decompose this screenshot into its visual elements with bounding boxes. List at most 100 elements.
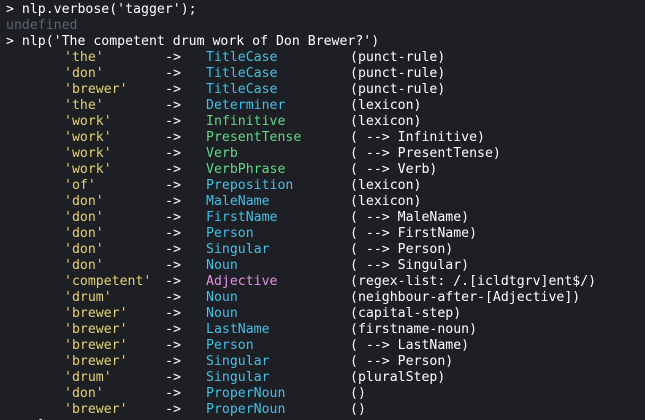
arrow-glyph: -> <box>165 402 181 417</box>
token-text: 'brewer' <box>64 338 128 353</box>
arrow-glyph: -> <box>165 114 181 129</box>
tag-reason: ( --> PresentTense) <box>350 146 501 161</box>
log-row: 'brewer' -> TitleCase (punct-rule) <box>0 82 645 98</box>
log-row: 'brewer' -> ProperNoun () <box>0 402 645 418</box>
tag-reason: (lexicon) <box>350 178 422 193</box>
token-text: 'work' <box>64 114 112 129</box>
tag-reason: (punct-rule) <box>350 66 446 81</box>
tag-reason: ( --> Infinitive) <box>350 130 485 145</box>
tag-reason: () <box>350 386 366 401</box>
arrow-glyph: -> <box>165 98 181 113</box>
arrow-glyph: -> <box>165 306 181 321</box>
command-text: nlp('The competent drum work of Don Brew… <box>21 34 380 49</box>
tag-reason: (regex-list: /.[icldtgrv]ent$/) <box>350 274 597 289</box>
log-row: 'the' -> Determiner (lexicon) <box>0 98 645 114</box>
tag-reason: ( --> Singular) <box>350 258 470 273</box>
token-text: 'work' <box>64 146 112 161</box>
arrow-glyph: -> <box>165 82 181 97</box>
token-text: 'don' <box>64 210 104 225</box>
tag-name: Verb <box>206 146 238 161</box>
console-input-line: > nlp('The competent drum work of Don Br… <box>0 34 645 50</box>
tagger-log: 'the' -> TitleCase (punct-rule) 'don' -> Title… <box>0 50 645 418</box>
tag-name: LastName <box>206 322 270 337</box>
token-text: 'don' <box>64 386 104 401</box>
log-row: 'brewer' -> Singular ( --> Person) <box>0 354 645 370</box>
console-input-line: > nlp.verbose('tagger'); <box>0 2 645 18</box>
tag-name: Noun <box>206 290 238 305</box>
tag-name: Preposition <box>206 178 294 193</box>
arrow-glyph: -> <box>165 370 181 385</box>
tag-name: Singular <box>206 370 270 385</box>
tag-name: MaleName <box>206 194 270 209</box>
token-text: 'the' <box>64 98 104 113</box>
tag-name: Person <box>206 338 254 353</box>
token-text: 'work' <box>64 130 112 145</box>
log-row: 'don' -> Singular ( --> Person) <box>0 242 645 258</box>
tag-name: TitleCase <box>206 50 278 65</box>
arrow-glyph: -> <box>165 274 181 289</box>
tag-reason: ( --> LastName) <box>350 338 470 353</box>
tag-reason: (pluralStep) <box>350 370 446 385</box>
log-row: 'drum' -> Singular (pluralStep) <box>0 370 645 386</box>
token-text: 'brewer' <box>64 322 128 337</box>
tag-name: Person <box>206 226 254 241</box>
arrow-glyph: -> <box>165 162 181 177</box>
log-row: 'work' -> Verb ( --> PresentTense) <box>0 146 645 162</box>
tag-reason: ( --> FirstName) <box>350 226 478 241</box>
tag-reason: ( --> Person) <box>350 354 454 369</box>
arrow-glyph: -> <box>165 354 181 369</box>
prompt-symbol: > <box>6 2 14 17</box>
prompt-symbol: > <box>6 34 14 49</box>
tag-reason: ( --> Person) <box>350 242 454 257</box>
arrow-glyph: -> <box>165 338 181 353</box>
tag-reason: ( --> MaleName) <box>350 210 470 225</box>
terminal-window[interactable]: > nlp.verbose('tagger'); undefined > nlp… <box>0 0 645 420</box>
token-text: 'of' <box>64 178 96 193</box>
log-row: 'drum' -> Noun (neighbour-after-[Adjective]… <box>0 290 645 306</box>
log-row: 'don' -> TitleCase (punct-rule) <box>0 66 645 82</box>
token-text: 'drum' <box>64 370 112 385</box>
arrow-glyph: -> <box>165 66 181 81</box>
tag-name: FirstName <box>206 210 278 225</box>
arrow-glyph: -> <box>165 290 181 305</box>
token-text: 'work' <box>64 162 112 177</box>
tag-reason: (lexicon) <box>350 114 422 129</box>
tag-name: TitleCase <box>206 82 278 97</box>
token-text: 'competent' <box>64 274 152 289</box>
tag-reason: (capital-step) <box>350 306 462 321</box>
tag-name: Singular <box>206 242 270 257</box>
token-text: 'brewer' <box>64 402 128 417</box>
log-row: 'work' -> Infinitive (lexicon) <box>0 114 645 130</box>
arrow-glyph: -> <box>165 386 181 401</box>
tag-reason: (punct-rule) <box>350 50 446 65</box>
log-row: 'the' -> TitleCase (punct-rule) <box>0 50 645 66</box>
tag-name: Singular <box>206 354 270 369</box>
arrow-glyph: -> <box>165 242 181 257</box>
arrow-glyph: -> <box>165 130 181 145</box>
arrow-glyph: -> <box>165 178 181 193</box>
log-row: 'brewer' -> LastName (firstname-noun) <box>0 322 645 338</box>
tag-name: Determiner <box>206 98 286 113</box>
token-text: 'brewer' <box>64 82 128 97</box>
log-row: 'brewer' -> Noun (capital-step) <box>0 306 645 322</box>
tag-reason: (lexicon) <box>350 98 422 113</box>
tag-reason: ( --> Verb) <box>350 162 438 177</box>
token-text: 'don' <box>64 226 104 241</box>
tag-name: Infinitive <box>206 114 286 129</box>
tag-name: Noun <box>206 258 238 273</box>
tag-name: Noun <box>206 306 238 321</box>
token-text: 'brewer' <box>64 306 128 321</box>
log-row: 'don' -> MaleName (lexicon) <box>0 194 645 210</box>
token-text: 'brewer' <box>64 354 128 369</box>
arrow-glyph: -> <box>165 210 181 225</box>
arrow-glyph: -> <box>165 322 181 337</box>
arrow-glyph: -> <box>165 226 181 241</box>
tag-reason: () <box>350 402 366 417</box>
log-row: 'don' -> FirstName ( --> MaleName) <box>0 210 645 226</box>
log-row: 'don' -> Person ( --> FirstName) <box>0 226 645 242</box>
tag-reason: (firstname-noun) <box>350 322 478 337</box>
token-text: 'drum' <box>64 290 112 305</box>
arrow-glyph: -> <box>165 146 181 161</box>
log-row: 'competent' -> Adjective (regex-list: /.[ic… <box>0 274 645 290</box>
log-row: 'don' -> Noun ( --> Singular) <box>0 258 645 274</box>
